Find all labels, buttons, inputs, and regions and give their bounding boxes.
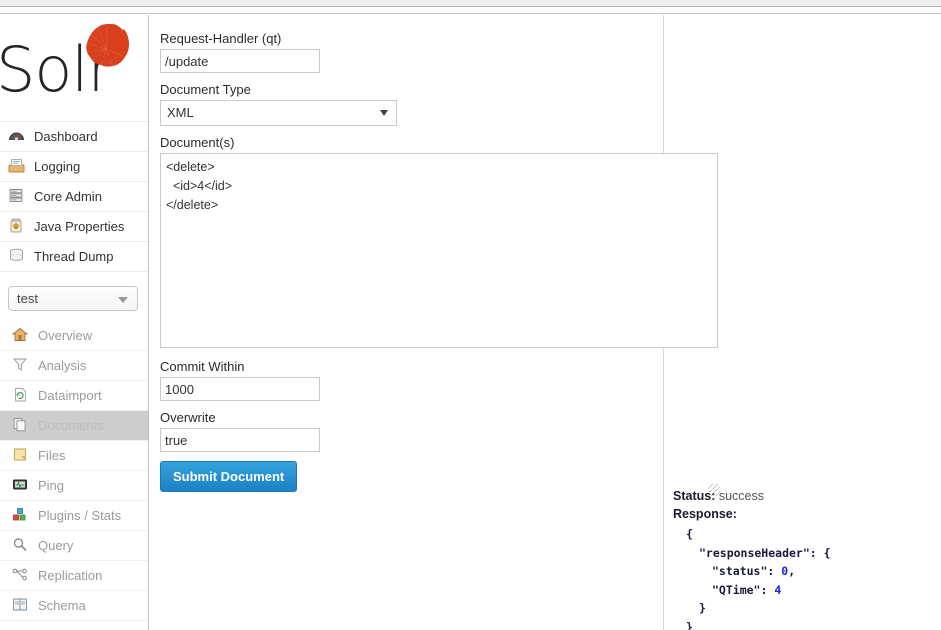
sidebar-item-dataimport[interactable]: Dataimport xyxy=(0,381,148,411)
sidebar-item-label: Plugins / Stats xyxy=(38,508,122,523)
ping-monitor-icon xyxy=(12,477,36,495)
documents-label: Document(s) xyxy=(160,135,235,150)
documents-textarea[interactable]: <delete> <id>4</id> </delete> xyxy=(160,153,718,348)
commit-within-label: Commit Within xyxy=(160,359,245,374)
browser-chrome-strip xyxy=(0,0,941,7)
sidebar-item-thread-dump[interactable]: Thread Dump xyxy=(0,242,148,272)
submit-document-button[interactable]: Submit Document xyxy=(160,461,298,492)
sidebar-item-label: Logging xyxy=(34,159,81,174)
response-label-line: Response: xyxy=(673,507,938,521)
sidebar-item-label: Files xyxy=(38,448,66,463)
sidebar-item-label: Thread Dump xyxy=(34,249,114,264)
sidebar-item-plugins-stats[interactable]: Plugins / Stats xyxy=(0,501,148,531)
replication-nodes-icon xyxy=(12,567,36,585)
sidebar-item-segments-info[interactable]: Segments info xyxy=(0,621,148,630)
sidebar-item-label: Analysis xyxy=(38,358,87,373)
segments-barrier-icon xyxy=(12,627,36,630)
sidebar-top-nav: Dashboard Logging Core Admin Java Proper… xyxy=(0,121,148,272)
response-json-line: { xyxy=(686,527,693,541)
core-selector-value: test xyxy=(17,291,38,306)
core-selector[interactable]: test xyxy=(8,286,138,311)
request-handler-label: Request-Handler (qt) xyxy=(160,31,282,46)
document-type-select[interactable]: XML xyxy=(160,100,397,126)
sidebar-item-label: Dashboard xyxy=(34,129,98,144)
overwrite-input[interactable] xyxy=(160,428,320,452)
commit-within-input[interactable] xyxy=(160,377,320,401)
sidebar-item-label: Query xyxy=(38,538,74,553)
chevron-down-icon xyxy=(118,297,128,303)
response-json-line: "status": 0, xyxy=(712,564,796,578)
sidebar-item-label: Core Admin xyxy=(34,189,102,204)
solr-sunburst-icon xyxy=(86,24,130,67)
content-panel: Request-Handler (qt) Document Type XML D… xyxy=(148,15,941,630)
sidebar-item-java-properties[interactable]: Java Properties xyxy=(0,212,148,242)
sidebar-item-analysis[interactable]: Analysis xyxy=(0,351,148,381)
browser-chrome-strip-lower xyxy=(0,8,941,14)
chevron-down-icon xyxy=(380,110,388,116)
sidebar-item-files[interactable]: Files xyxy=(0,441,148,471)
sidebar-item-schema[interactable]: Schema xyxy=(0,591,148,621)
response-json-line: } xyxy=(699,601,706,615)
sidebar-item-replication[interactable]: Replication xyxy=(0,561,148,591)
plugins-blocks-icon xyxy=(12,507,36,525)
sidebar-item-label: Ping xyxy=(38,478,65,493)
sidebar-item-documents[interactable]: Documents xyxy=(0,411,148,441)
sidebar-item-logging[interactable]: Logging xyxy=(0,152,148,182)
logging-tray-icon xyxy=(8,158,32,176)
schema-book-icon xyxy=(12,597,36,615)
dataimport-page-icon xyxy=(12,387,36,405)
thread-dump-layers-icon xyxy=(8,248,32,266)
document-type-label: Document Type xyxy=(160,82,251,97)
sidebar-item-core-admin[interactable]: Core Admin xyxy=(0,182,148,212)
sidebar: Solr Dashboard Logging Core Admin Java P… xyxy=(0,15,148,630)
query-magnifier-icon xyxy=(12,537,36,555)
sidebar-item-label: Dataimport xyxy=(38,388,102,403)
sidebar-item-overview[interactable]: Overview xyxy=(0,321,148,351)
core-admin-stack-icon xyxy=(8,188,32,206)
core-selector-wrap: test xyxy=(0,272,148,321)
sidebar-core-nav: Overview Analysis Dataimport Documents F… xyxy=(0,321,148,630)
sidebar-item-label: Java Properties xyxy=(34,219,125,234)
overview-house-icon xyxy=(11,327,36,345)
response-label: Response: xyxy=(673,507,737,521)
status-line: Status: success xyxy=(673,489,938,503)
solr-logo[interactable]: Solr xyxy=(0,15,148,121)
document-type-value: XML xyxy=(167,105,194,120)
documents-pages-icon xyxy=(12,417,36,435)
solr-admin-window: Solr Dashboard Logging Core Admin Java P… xyxy=(0,0,941,630)
sidebar-item-label: Documents xyxy=(38,418,104,433)
document-form: Request-Handler (qt) Document Type XML D… xyxy=(160,31,730,496)
analysis-funnel-icon xyxy=(12,357,36,375)
sidebar-item-ping[interactable]: Ping xyxy=(0,471,148,501)
sidebar-item-label: Replication xyxy=(38,568,103,583)
status-label: Status: xyxy=(673,489,716,503)
sidebar-item-label: Schema xyxy=(38,598,86,613)
overwrite-label: Overwrite xyxy=(160,410,216,425)
response-json-line: "responseHeader": { xyxy=(699,545,831,560)
java-properties-jar-icon xyxy=(8,218,32,236)
sidebar-item-dashboard[interactable]: Dashboard xyxy=(0,122,148,152)
response-panel: Status: success Response: { "responseHead… xyxy=(673,489,938,630)
response-json: { "responseHeader": { "status": 0, "QTime":… xyxy=(673,525,938,630)
sidebar-item-label: Overview xyxy=(38,328,93,343)
response-json-line: "QTime": 4 xyxy=(712,582,782,597)
dashboard-gauge-icon xyxy=(8,128,32,146)
request-handler-input[interactable] xyxy=(160,49,320,73)
status-value: success xyxy=(718,489,765,503)
response-json-line: } xyxy=(686,619,693,630)
files-folder-icon xyxy=(12,447,36,465)
sidebar-item-query[interactable]: Query xyxy=(0,531,148,561)
